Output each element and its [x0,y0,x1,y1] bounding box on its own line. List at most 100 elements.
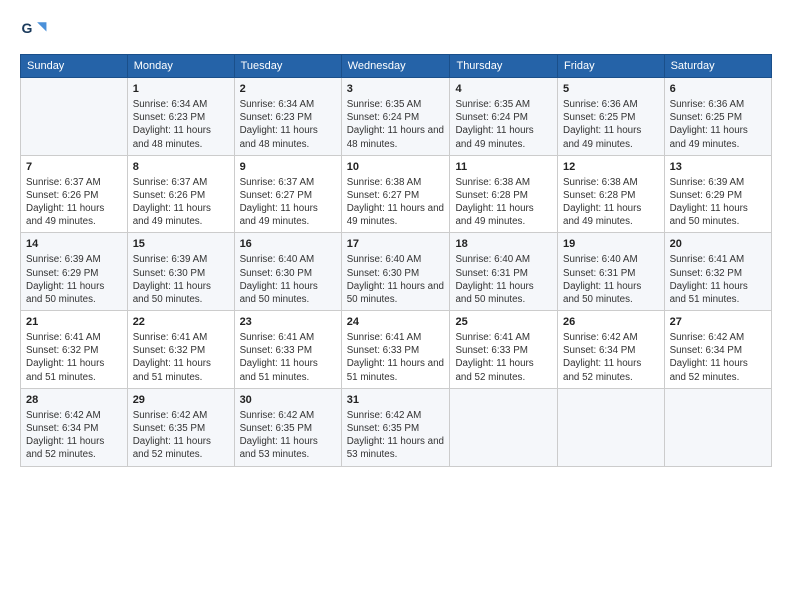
calendar-cell: 15Sunrise: 6:39 AMSunset: 6:30 PMDayligh… [127,233,234,311]
daylight-detail: Daylight: 11 hours and 50 minutes. [347,280,445,306]
day-detail: Sunrise: 6:40 AM [563,253,659,266]
daylight-detail: Daylight: 11 hours and 49 minutes. [563,124,659,150]
day-detail: Sunrise: 6:40 AM [455,253,552,266]
daylight-detail: Daylight: 11 hours and 48 minutes. [133,124,229,150]
day-detail: Sunrise: 6:41 AM [670,253,766,266]
day-detail: Sunset: 6:32 PM [26,344,122,357]
day-detail: Sunset: 6:29 PM [670,189,766,202]
calendar-cell: 19Sunrise: 6:40 AMSunset: 6:31 PMDayligh… [558,233,665,311]
day-detail: Sunset: 6:29 PM [26,267,122,280]
calendar-cell: 28Sunrise: 6:42 AMSunset: 6:34 PMDayligh… [21,388,128,466]
daylight-detail: Daylight: 11 hours and 52 minutes. [670,357,766,383]
day-detail: Sunrise: 6:42 AM [563,331,659,344]
daylight-detail: Daylight: 11 hours and 48 minutes. [347,124,445,150]
calendar-cell [450,388,558,466]
day-detail: Sunrise: 6:42 AM [347,409,445,422]
day-number: 19 [563,237,659,252]
weekday-header: Saturday [664,55,771,78]
calendar-cell [558,388,665,466]
calendar-cell [664,388,771,466]
day-detail: Sunrise: 6:40 AM [347,253,445,266]
day-number: 28 [26,393,122,408]
daylight-detail: Daylight: 11 hours and 49 minutes. [670,124,766,150]
day-detail: Sunrise: 6:39 AM [133,253,229,266]
daylight-detail: Daylight: 11 hours and 49 minutes. [26,202,122,228]
daylight-detail: Daylight: 11 hours and 49 minutes. [455,202,552,228]
day-detail: Sunset: 6:35 PM [240,422,336,435]
day-number: 17 [347,237,445,252]
daylight-detail: Daylight: 11 hours and 51 minutes. [670,280,766,306]
logo: G [20,16,52,44]
calendar-cell: 1Sunrise: 6:34 AMSunset: 6:23 PMDaylight… [127,78,234,156]
daylight-detail: Daylight: 11 hours and 50 minutes. [670,202,766,228]
day-detail: Sunset: 6:30 PM [240,267,336,280]
day-detail: Sunset: 6:27 PM [240,189,336,202]
calendar-cell: 12Sunrise: 6:38 AMSunset: 6:28 PMDayligh… [558,155,665,233]
daylight-detail: Daylight: 11 hours and 49 minutes. [347,202,445,228]
day-detail: Sunrise: 6:38 AM [455,176,552,189]
day-number: 31 [347,393,445,408]
calendar-week-row: 7Sunrise: 6:37 AMSunset: 6:26 PMDaylight… [21,155,772,233]
calendar-week-row: 1Sunrise: 6:34 AMSunset: 6:23 PMDaylight… [21,78,772,156]
day-detail: Sunset: 6:30 PM [133,267,229,280]
day-detail: Sunrise: 6:38 AM [563,176,659,189]
day-number: 24 [347,315,445,330]
day-detail: Sunrise: 6:42 AM [26,409,122,422]
day-detail: Sunset: 6:32 PM [670,267,766,280]
calendar-cell: 21Sunrise: 6:41 AMSunset: 6:32 PMDayligh… [21,311,128,389]
day-number: 3 [347,82,445,97]
weekday-header: Tuesday [234,55,341,78]
calendar-cell: 18Sunrise: 6:40 AMSunset: 6:31 PMDayligh… [450,233,558,311]
calendar-cell: 30Sunrise: 6:42 AMSunset: 6:35 PMDayligh… [234,388,341,466]
day-detail: Sunset: 6:30 PM [347,267,445,280]
svg-text:G: G [22,20,33,36]
calendar-cell: 13Sunrise: 6:39 AMSunset: 6:29 PMDayligh… [664,155,771,233]
day-detail: Sunset: 6:33 PM [240,344,336,357]
calendar-header-row: SundayMondayTuesdayWednesdayThursdayFrid… [21,55,772,78]
day-detail: Sunset: 6:31 PM [455,267,552,280]
day-number: 8 [133,160,229,175]
daylight-detail: Daylight: 11 hours and 53 minutes. [240,435,336,461]
day-detail: Sunset: 6:33 PM [455,344,552,357]
daylight-detail: Daylight: 11 hours and 49 minutes. [455,124,552,150]
day-number: 9 [240,160,336,175]
day-detail: Sunrise: 6:41 AM [133,331,229,344]
day-detail: Sunset: 6:32 PM [133,344,229,357]
day-number: 30 [240,393,336,408]
day-number: 20 [670,237,766,252]
day-detail: Sunset: 6:25 PM [563,111,659,124]
daylight-detail: Daylight: 11 hours and 49 minutes. [563,202,659,228]
day-number: 12 [563,160,659,175]
calendar-cell: 10Sunrise: 6:38 AMSunset: 6:27 PMDayligh… [341,155,450,233]
day-detail: Sunrise: 6:42 AM [133,409,229,422]
day-number: 16 [240,237,336,252]
day-detail: Sunset: 6:35 PM [347,422,445,435]
calendar-cell: 3Sunrise: 6:35 AMSunset: 6:24 PMDaylight… [341,78,450,156]
day-number: 22 [133,315,229,330]
calendar-cell: 14Sunrise: 6:39 AMSunset: 6:29 PMDayligh… [21,233,128,311]
daylight-detail: Daylight: 11 hours and 51 minutes. [240,357,336,383]
daylight-detail: Daylight: 11 hours and 50 minutes. [455,280,552,306]
day-number: 21 [26,315,122,330]
day-number: 26 [563,315,659,330]
weekday-header: Monday [127,55,234,78]
day-number: 2 [240,82,336,97]
day-detail: Sunrise: 6:41 AM [26,331,122,344]
calendar-cell: 27Sunrise: 6:42 AMSunset: 6:34 PMDayligh… [664,311,771,389]
day-detail: Sunrise: 6:34 AM [240,98,336,111]
calendar-cell: 4Sunrise: 6:35 AMSunset: 6:24 PMDaylight… [450,78,558,156]
day-detail: Sunset: 6:34 PM [563,344,659,357]
day-detail: Sunset: 6:34 PM [670,344,766,357]
day-number: 23 [240,315,336,330]
day-number: 25 [455,315,552,330]
calendar-cell: 26Sunrise: 6:42 AMSunset: 6:34 PMDayligh… [558,311,665,389]
day-detail: Sunset: 6:24 PM [347,111,445,124]
day-detail: Sunset: 6:35 PM [133,422,229,435]
daylight-detail: Daylight: 11 hours and 52 minutes. [455,357,552,383]
day-detail: Sunrise: 6:37 AM [240,176,336,189]
day-number: 15 [133,237,229,252]
day-detail: Sunset: 6:26 PM [133,189,229,202]
day-detail: Sunset: 6:28 PM [563,189,659,202]
day-number: 10 [347,160,445,175]
day-detail: Sunrise: 6:41 AM [347,331,445,344]
